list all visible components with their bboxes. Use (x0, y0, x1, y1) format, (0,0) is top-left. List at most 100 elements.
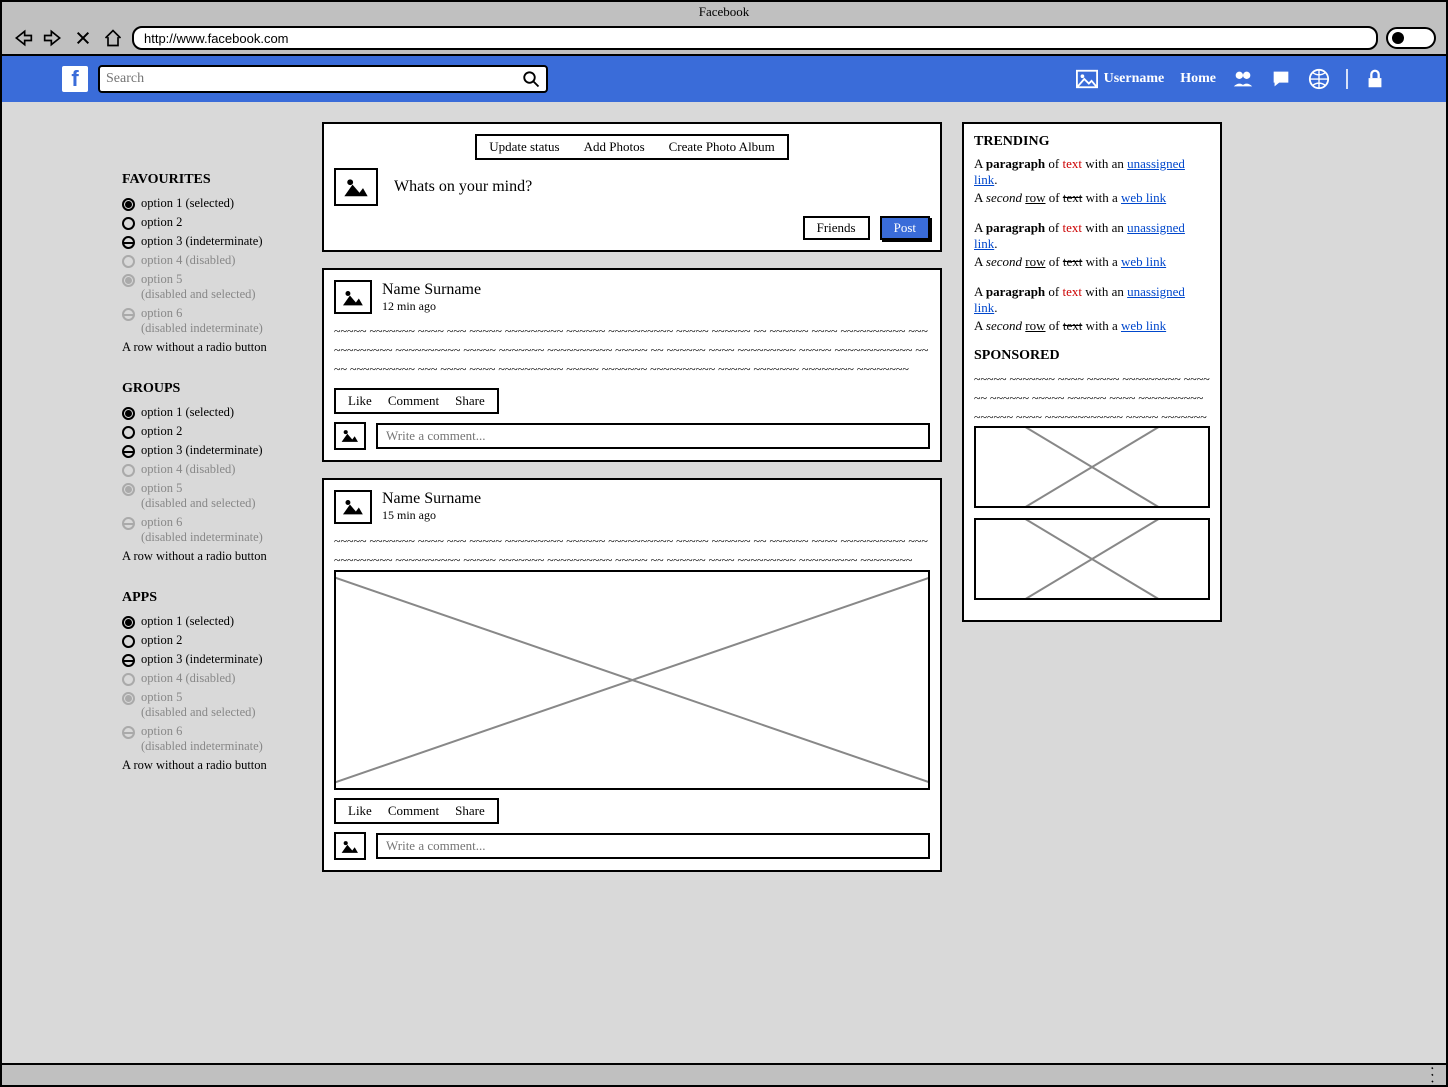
window-title: Facebook (2, 2, 1446, 22)
search-icon[interactable] (522, 70, 540, 88)
sidebar-item: A row without a radio button (122, 756, 302, 775)
radio-indeterminate-icon (122, 445, 135, 458)
trending-item: A paragraph of text with an unassigned l… (974, 220, 1210, 252)
forward-icon[interactable] (42, 27, 64, 49)
section-title: GROUPS (122, 381, 302, 397)
radio-selected-icon (122, 616, 135, 629)
comment-button[interactable]: Comment (388, 393, 439, 409)
like-button[interactable]: Like (348, 803, 372, 819)
radio-icon (122, 217, 135, 230)
image-placeholder-icon (334, 168, 378, 206)
sidebar-item: option 5(disabled and selected) (122, 479, 302, 513)
friends-icon[interactable] (1232, 68, 1254, 90)
globe-icon[interactable] (1308, 68, 1330, 90)
sidebar-item: option 4 (disabled) (122, 460, 302, 479)
radio-indeterminate-icon (122, 654, 135, 667)
status-bar: ⋰ (2, 1063, 1446, 1085)
throbber-icon (1386, 27, 1436, 49)
home-icon[interactable] (102, 27, 124, 49)
sidebar-item[interactable]: option 2 (122, 422, 302, 441)
sidebar-item[interactable]: option 1 (selected) (122, 194, 302, 213)
post-button[interactable]: Post (880, 216, 930, 240)
post-author[interactable]: Name Surname (382, 281, 481, 299)
sidebar-item[interactable]: option 2 (122, 213, 302, 232)
ad-image-placeholder[interactable] (974, 518, 1210, 600)
sidebar-item: A row without a radio button (122, 547, 302, 566)
link[interactable]: web link (1121, 190, 1166, 205)
tab-add-photos[interactable]: Add Photos (572, 136, 657, 158)
sponsored-title: SPONSORED (974, 348, 1210, 364)
close-icon[interactable] (72, 27, 94, 49)
sidebar-item[interactable]: option 3 (indeterminate) (122, 441, 302, 460)
username-label: Username (1104, 71, 1165, 87)
radio-selected-icon (122, 407, 135, 420)
post-actions: Like Comment Share (334, 388, 499, 414)
sidebar-item[interactable]: option 3 (indeterminate) (122, 232, 302, 251)
comment-button[interactable]: Comment (388, 803, 439, 819)
composer-tabs: Update status Add Photos Create Photo Al… (475, 134, 789, 160)
home-link[interactable]: Home (1180, 71, 1216, 87)
radio-disabled-selected-icon (122, 274, 135, 287)
post-actions: Like Comment Share (334, 798, 499, 824)
avatar-icon[interactable] (334, 490, 372, 524)
share-button[interactable]: Share (455, 803, 485, 819)
trending-title: TRENDING (974, 134, 1210, 150)
radio-disabled-icon (122, 673, 135, 686)
back-icon[interactable] (12, 27, 34, 49)
url-input[interactable] (132, 26, 1378, 50)
radio-disabled-icon (122, 464, 135, 477)
apps-section: APPS option 1 (selected) option 2 option… (122, 590, 302, 775)
search-input[interactable] (106, 71, 522, 87)
tab-create-album[interactable]: Create Photo Album (657, 136, 787, 158)
post: Name Surname 12 min ago ~~~~~ ~~~~~~~ ~~… (322, 268, 942, 462)
sponsored-text: ~~~~~ ~~~~~~~ ~~~~ ~~~~~ ~~~~~~~~~ ~~~~~… (974, 370, 1210, 426)
sidebar-item: option 5(disabled and selected) (122, 688, 302, 722)
post-time: 12 min ago (382, 299, 481, 314)
sidebar-item: option 6(disabled indeterminate) (122, 722, 302, 756)
avatar-icon[interactable] (334, 280, 372, 314)
post-author[interactable]: Name Surname (382, 490, 481, 508)
profile-link[interactable]: Username (1076, 69, 1165, 89)
like-button[interactable]: Like (348, 393, 372, 409)
sidebar-item[interactable]: option 2 (122, 631, 302, 650)
radio-disabled-ind-icon (122, 517, 135, 530)
radio-disabled-selected-icon (122, 692, 135, 705)
sidebar-item: option 6(disabled indeterminate) (122, 304, 302, 338)
post-body: ~~~~~ ~~~~~~~ ~~~~ ~~~ ~~~~~ ~~~~~~~~~ ~… (334, 532, 930, 570)
messages-icon[interactable] (1270, 68, 1292, 90)
post-time: 15 min ago (382, 508, 481, 523)
search-box[interactable] (98, 65, 548, 93)
section-title: FAVOURITES (122, 172, 302, 188)
image-placeholder[interactable] (334, 570, 930, 790)
trending-item: A second row of text with a web link (974, 254, 1210, 270)
sidebar-item[interactable]: option 1 (selected) (122, 612, 302, 631)
comment-input[interactable] (376, 423, 930, 449)
separator (1346, 69, 1348, 89)
lock-icon[interactable] (1364, 68, 1386, 90)
ad-image-placeholder[interactable] (974, 426, 1210, 508)
right-sidebar: TRENDING A paragraph of text with an una… (962, 122, 1222, 1043)
friends-button[interactable]: Friends (803, 216, 870, 240)
composer-prompt[interactable]: Whats on your mind? (394, 178, 532, 196)
radio-disabled-ind-icon (122, 726, 135, 739)
left-sidebar: FAVOURITES option 1 (selected) option 2 … (42, 122, 302, 1043)
share-button[interactable]: Share (455, 393, 485, 409)
tab-update-status[interactable]: Update status (477, 136, 571, 158)
browser-toolbar (2, 22, 1446, 54)
link[interactable]: web link (1121, 318, 1166, 333)
comment-input[interactable] (376, 833, 930, 859)
groups-section: GROUPS option 1 (selected) option 2 opti… (122, 381, 302, 566)
trending-card: TRENDING A paragraph of text with an una… (962, 122, 1222, 622)
sidebar-item: option 6(disabled indeterminate) (122, 513, 302, 547)
post: Name Surname 15 min ago ~~~~~ ~~~~~~~ ~~… (322, 478, 942, 872)
sidebar-item: option 4 (disabled) (122, 669, 302, 688)
resize-grip-icon[interactable]: ⋰ (1422, 1064, 1444, 1086)
sidebar-item[interactable]: option 3 (indeterminate) (122, 650, 302, 669)
fb-header: f Username Home (2, 56, 1446, 102)
trending-item: A paragraph of text with an unassigned l… (974, 156, 1210, 188)
avatar-icon (334, 832, 366, 860)
trending-item: A second row of text with a web link (974, 190, 1210, 206)
sidebar-item[interactable]: option 1 (selected) (122, 403, 302, 422)
fb-logo-icon[interactable]: f (62, 66, 88, 92)
link[interactable]: web link (1121, 254, 1166, 269)
